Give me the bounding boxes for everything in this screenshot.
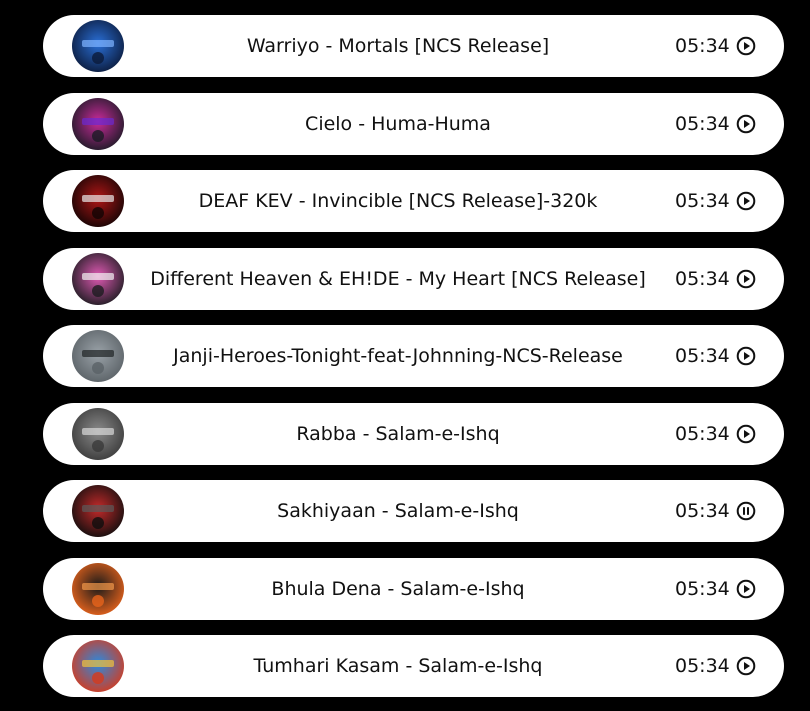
album-cover	[72, 408, 124, 460]
play-icon[interactable]	[736, 36, 756, 56]
play-icon[interactable]	[736, 579, 756, 599]
album-cover	[72, 98, 124, 150]
song-duration: 05:34	[675, 268, 730, 290]
song-title: Bhula Dena - Salam-e-Ishq	[271, 578, 525, 600]
album-cover	[72, 563, 124, 615]
song-duration: 05:34	[675, 500, 730, 522]
song-list: Warriyo - Mortals [NCS Release] 05:34 Ciel…	[0, 0, 810, 711]
song-item[interactable]: Rabba - Salam-e-Ishq 05:34	[43, 403, 784, 465]
song-duration: 05:34	[675, 655, 730, 677]
song-title: Janji-Heroes-Tonight-feat-Johnning-NCS-R…	[173, 345, 623, 367]
song-title: Sakhiyaan - Salam-e-Ishq	[277, 500, 519, 522]
play-icon[interactable]	[736, 424, 756, 444]
song-duration: 05:34	[675, 423, 730, 445]
album-cover-image	[72, 20, 124, 72]
song-item[interactable]: Cielo - Huma-Huma 05:34	[43, 93, 784, 155]
album-cover-image	[72, 485, 124, 537]
album-cover	[72, 485, 124, 537]
song-title: Warriyo - Mortals [NCS Release]	[246, 35, 550, 57]
song-item[interactable]: Bhula Dena - Salam-e-Ishq 05:34	[43, 558, 784, 620]
play-icon[interactable]	[736, 114, 756, 134]
play-icon[interactable]	[736, 346, 756, 366]
album-cover	[72, 253, 124, 305]
pause-icon[interactable]	[736, 501, 756, 521]
album-cover-image	[72, 330, 124, 382]
play-icon[interactable]	[736, 269, 756, 289]
album-cover-image	[72, 640, 124, 692]
album-cover	[72, 175, 124, 227]
song-item[interactable]: Tumhari Kasam - Salam-e-Ishq 05:34	[43, 635, 784, 697]
album-cover-image	[72, 563, 124, 615]
song-duration: 05:34	[675, 578, 730, 600]
album-cover	[72, 640, 124, 692]
song-title: Cielo - Huma-Huma	[305, 113, 491, 135]
song-item[interactable]: Warriyo - Mortals [NCS Release] 05:34	[43, 15, 784, 77]
album-cover-image	[72, 175, 124, 227]
song-title: Rabba - Salam-e-Ishq	[296, 423, 500, 445]
album-cover	[72, 330, 124, 382]
song-item[interactable]: Sakhiyaan - Salam-e-Ishq 05:34	[43, 480, 784, 542]
song-duration: 05:34	[675, 35, 730, 57]
play-icon[interactable]	[736, 191, 756, 211]
song-duration: 05:34	[675, 113, 730, 135]
song-title: Different Heaven & EH!DE - My Heart [NCS…	[150, 268, 646, 290]
song-title: DEAF KEV - Invincible [NCS Release]-320k	[198, 190, 598, 212]
song-title: Tumhari Kasam - Salam-e-Ishq	[253, 655, 543, 677]
album-cover	[72, 20, 124, 72]
song-item[interactable]: Janji-Heroes-Tonight-feat-Johnning-NCS-R…	[43, 325, 784, 387]
song-item[interactable]: Different Heaven & EH!DE - My Heart [NCS…	[43, 248, 784, 310]
album-cover-image	[72, 408, 124, 460]
album-cover-image	[72, 98, 124, 150]
play-icon[interactable]	[736, 656, 756, 676]
album-cover-image	[72, 253, 124, 305]
song-item[interactable]: DEAF KEV - Invincible [NCS Release]-320k…	[43, 170, 784, 232]
song-duration: 05:34	[675, 345, 730, 367]
song-duration: 05:34	[675, 190, 730, 212]
